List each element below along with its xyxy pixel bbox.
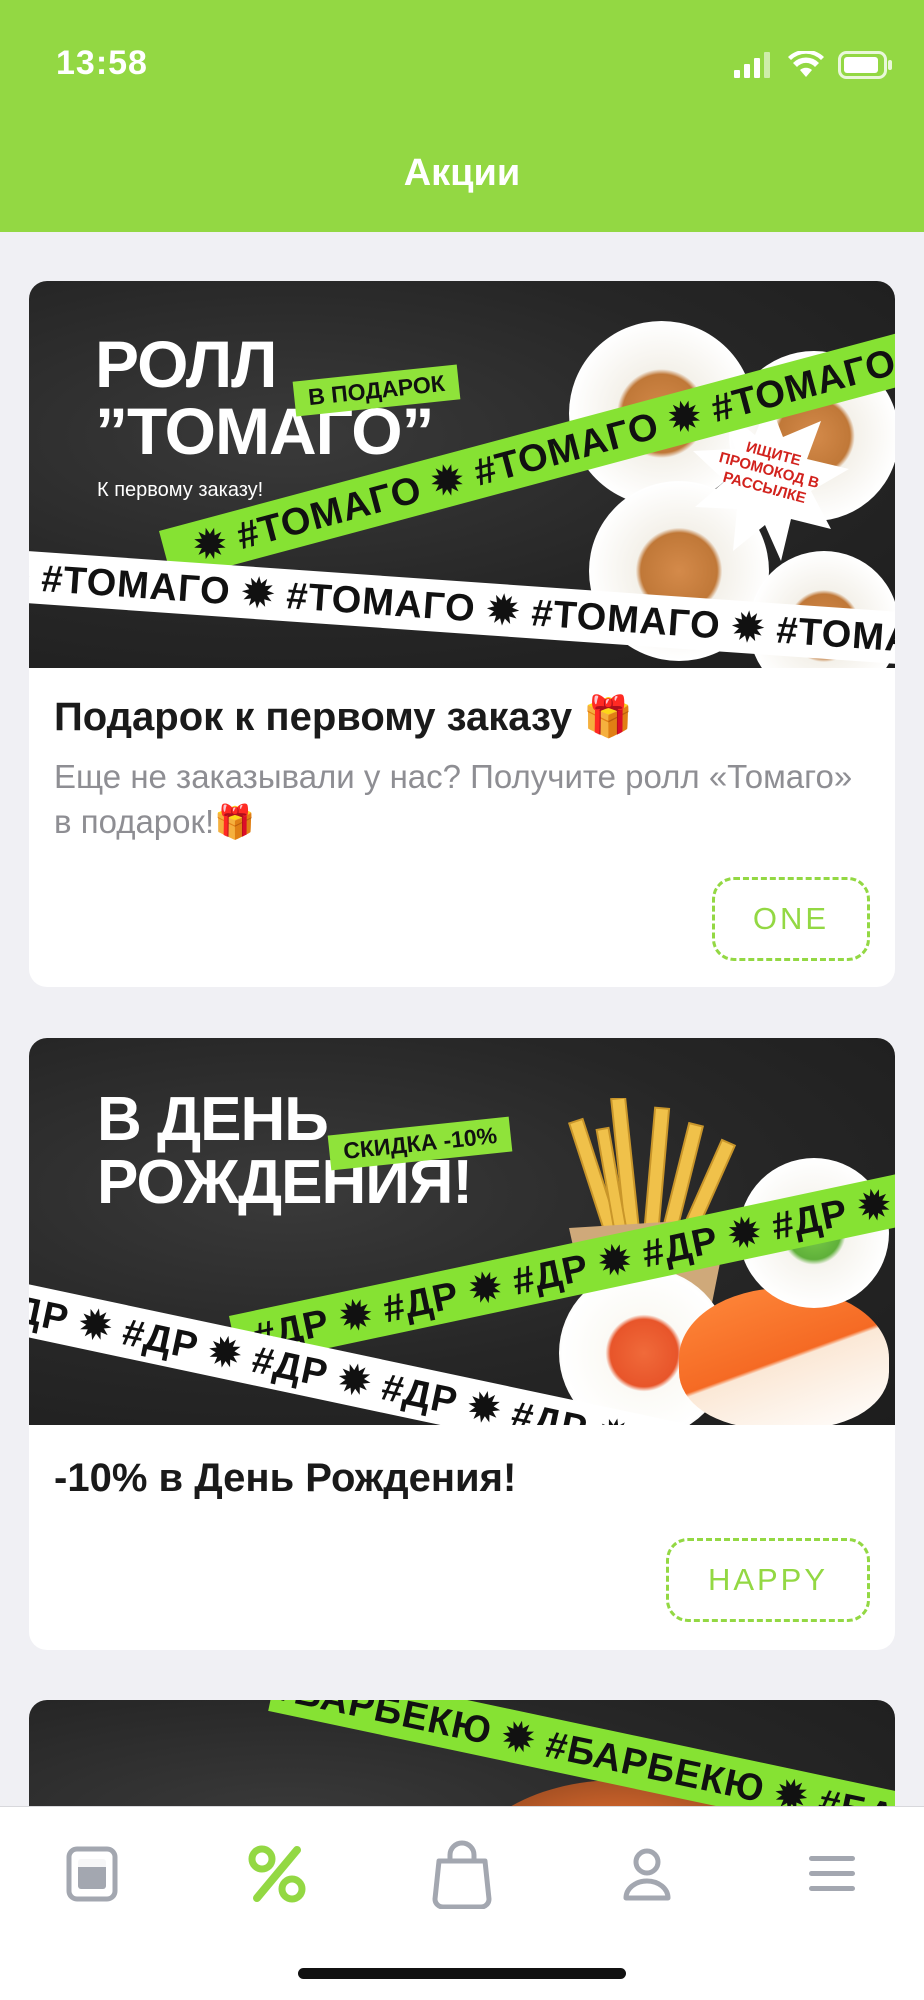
signal-icon [734, 52, 774, 82]
promo-banner-tomago: ИЩИТЕ ПРОМОКОД В РАССЫЛКЕ РОЛЛ ”ТОМАГО” … [29, 281, 895, 668]
app-header: 13:58 Акции [0, 0, 924, 232]
promo-title: -10% в День Рождения! [54, 1456, 517, 1500]
status-icons [734, 49, 894, 84]
tab-promotions[interactable] [242, 1841, 312, 1911]
promo-code-button[interactable]: ONE [712, 877, 870, 961]
menu-book-icon [66, 1846, 118, 1906]
promo-code-button[interactable]: HAPPY [666, 1538, 870, 1622]
hamburger-menu-icon [807, 1854, 857, 1898]
battery-icon [838, 51, 894, 83]
banner-headline-line: ”ТОМАГО” [95, 394, 435, 469]
tab-more[interactable] [797, 1841, 867, 1911]
promo-card-birthday[interactable]: В ДЕНЬ РОЖДЕНИЯ! СКИДКА -10% #ДР ✹ #ДР ✹… [29, 1038, 895, 1650]
shopping-bag-icon [431, 1839, 493, 1913]
tab-profile[interactable] [612, 1841, 682, 1911]
tab-cart[interactable] [427, 1839, 497, 1913]
wifi-icon [788, 49, 824, 83]
status-time: 13:58 [56, 44, 148, 82]
percent-icon [247, 1844, 307, 1908]
tab-menu[interactable] [57, 1841, 127, 1911]
profile-icon [622, 1846, 672, 1906]
promo-card-first-order[interactable]: ИЩИТЕ ПРОМОКОД В РАССЫЛКЕ РОЛЛ ”ТОМАГО” … [29, 281, 895, 987]
promo-description: Еще не заказывали у нас? Получите ролл «… [54, 758, 853, 840]
page-title: Акции [403, 152, 521, 194]
nigiri-image [679, 1288, 889, 1425]
banner-subtitle: К первому заказу! [97, 479, 264, 501]
promo-title: Подарок к первому заказу 🎁 [54, 695, 634, 739]
home-indicator [298, 1968, 626, 1979]
promo-banner-birthday: В ДЕНЬ РОЖДЕНИЯ! СКИДКА -10% #ДР ✹ #ДР ✹… [29, 1038, 895, 1425]
